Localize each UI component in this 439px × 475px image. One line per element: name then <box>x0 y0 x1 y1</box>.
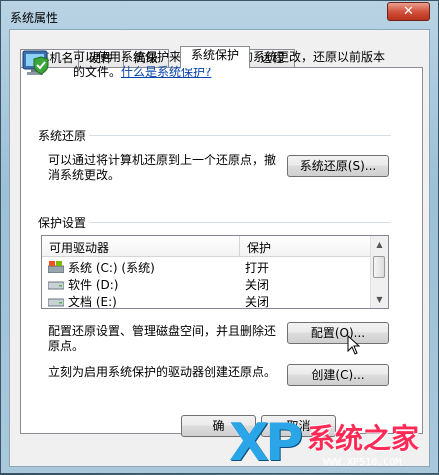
computer-shield-icon <box>22 50 49 75</box>
mouse-cursor-icon <box>347 335 361 355</box>
configure-button[interactable]: 配置(O)... <box>287 322 389 344</box>
watermark-url: WWW.XP510.COM <box>323 457 402 468</box>
create-button[interactable]: 创建(C)... <box>287 364 389 386</box>
create-description: 立刻为启用系统保护的驱动器创建还原点。 <box>48 365 277 379</box>
drive-protection-status: 关闭 <box>245 278 270 292</box>
scroll-up-arrow-icon[interactable]: ▲ <box>372 237 387 252</box>
scroll-down-arrow-icon[interactable]: ▼ <box>372 292 387 307</box>
column-divider[interactable] <box>239 236 240 256</box>
drive-row[interactable]: 系统 (C:) (系统) 打开 <box>42 258 372 275</box>
watermark-brand: 系统之家 <box>307 422 420 455</box>
system-restore-group-title: 系统还原 <box>38 129 87 143</box>
system-drive-icon <box>48 261 64 273</box>
group-divider <box>89 135 391 136</box>
column-available-drives[interactable]: 可用驱动器 <box>49 239 109 256</box>
drive-list[interactable]: 可用驱动器 保护 系统 (C:) (系统) 打开 软件 (D:) 关闭 文档 (… <box>41 235 389 309</box>
system-restore-description: 可以通过将计算机还原到上一个还原点，撤消系统更改。 <box>48 153 277 182</box>
watermark-xp-logo: XP <box>229 413 303 473</box>
drive-row[interactable]: 文档 (E:) 关闭 <box>42 292 372 309</box>
drive-icon <box>48 281 64 290</box>
tab-system-protection[interactable]: 系统保护 <box>180 46 250 68</box>
drive-protection-status: 打开 <box>245 261 270 275</box>
title-bar[interactable]: 系统属性 ✕ <box>1 1 438 31</box>
column-protection[interactable]: 保护 <box>247 239 271 256</box>
protection-settings-group-title: 保护设置 <box>38 216 87 230</box>
drive-icon <box>48 298 64 307</box>
drive-list-header: 可用驱动器 保护 <box>42 236 372 257</box>
group-divider <box>89 222 391 223</box>
configure-description: 配置还原设置、管理磁盘空间，并且删除还原点。 <box>48 324 277 353</box>
system-properties-window: 系统属性 ✕ 计算机名 硬件 高级 系统保护 远程 可以使用系统保护来撤消不需要… <box>0 0 439 474</box>
drive-row[interactable]: 软件 (D:) 关闭 <box>42 275 372 292</box>
window-title: 系统属性 <box>10 11 59 25</box>
drive-name: 文档 (E:) <box>68 295 117 309</box>
drive-protection-status: 关闭 <box>245 295 270 309</box>
scroll-thumb[interactable] <box>373 256 385 278</box>
drive-list-scrollbar[interactable]: ▲ ▼ <box>370 236 388 308</box>
drive-name: 系统 (C:) (系统) <box>68 261 155 275</box>
close-button[interactable]: ✕ <box>387 2 430 21</box>
system-restore-button[interactable]: 系统还原(S)... <box>287 155 389 177</box>
site-watermark: XP 系统之家 WWW.XP510.COM <box>229 413 439 475</box>
drive-name: 软件 (D:) <box>68 278 119 292</box>
